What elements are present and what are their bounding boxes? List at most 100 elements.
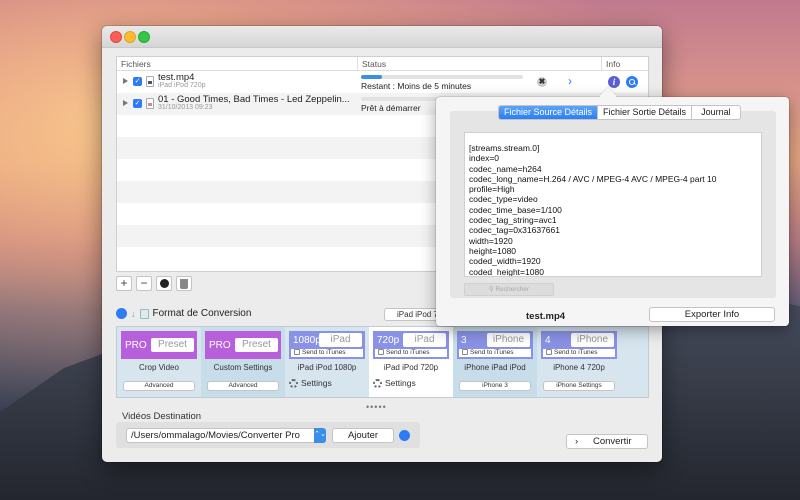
preset-label: iPhone iPad iPod <box>464 363 526 372</box>
tab-journal[interactable]: Journal <box>692 106 740 119</box>
checkbox[interactable] <box>462 349 468 355</box>
send-to-itunes-label: Send to iTunes <box>554 349 598 356</box>
preset-name: Preset <box>235 338 278 352</box>
format-title: Format de Conversion <box>152 308 252 319</box>
column-header-info[interactable]: Info <box>606 59 620 69</box>
preset-name: iPad <box>403 333 446 347</box>
checkbox[interactable] <box>294 349 300 355</box>
add-destination-button[interactable]: Ajouter <box>332 428 394 443</box>
advanced-button[interactable]: Advanced <box>207 381 279 391</box>
refresh-icon[interactable] <box>156 276 172 291</box>
remove-file-button[interactable]: − <box>136 276 152 291</box>
preset-badge: 1080p iPad <box>289 331 365 349</box>
file-subtitle: iPad iPod 720p <box>158 82 206 89</box>
destination-path: /Users/ommalago/Movies/Converter Pro <box>131 430 300 441</box>
audio-file-icon <box>146 98 154 109</box>
status-text: Prêt à démarrer <box>361 103 421 113</box>
progress-bar <box>361 75 523 79</box>
minimize-window-button[interactable] <box>124 31 136 43</box>
settings-label: Settings <box>385 378 416 388</box>
preset-label: Crop Video <box>139 363 179 372</box>
destination-path-select[interactable]: /Users/ommalago/Movies/Converter Pro ⌃⌄ <box>126 428 326 443</box>
preset-ipad-1080p[interactable]: 1080p iPad Send to iTunes iPad iPod 1080… <box>285 327 369 397</box>
title-bar <box>102 26 662 48</box>
gear-icon <box>373 379 382 388</box>
advanced-button[interactable]: Advanced <box>123 381 195 391</box>
copy-icon[interactable] <box>139 308 149 319</box>
table-header: Fichiers Status Info <box>117 57 648 71</box>
gear-icon <box>289 379 298 388</box>
settings-button[interactable]: Settings <box>289 378 332 388</box>
preset-name: Preset <box>151 338 194 352</box>
send-to-itunes-checkbox[interactable]: Send to iTunes <box>541 349 617 359</box>
search-field[interactable]: ⚲ Rechercher <box>464 283 554 296</box>
row-checkbox[interactable]: ✓ <box>133 99 142 108</box>
add-file-button[interactable]: + <box>116 276 132 291</box>
preset-badge: PRO Preset <box>205 331 281 359</box>
disclosure-triangle-icon[interactable] <box>123 78 128 84</box>
table-row[interactable]: ✓ test.mp4 iPad iPod 720p Restant : Moin… <box>117 71 648 93</box>
iphone-settings-button[interactable]: iPhone Settings <box>543 381 615 391</box>
row-checkbox[interactable]: ✓ <box>133 77 142 86</box>
preset-label: Custom Settings <box>213 363 273 372</box>
video-file-icon <box>146 76 154 87</box>
disclosure-triangle-icon[interactable] <box>123 100 128 106</box>
send-to-itunes-checkbox[interactable]: Send to iTunes <box>457 349 533 359</box>
preset-ipad-720p[interactable]: 720p iPad Send to iTunes iPad iPod 720p … <box>369 327 453 397</box>
settings-label: Settings <box>301 378 332 388</box>
cancel-icon[interactable]: ✖ <box>537 77 547 87</box>
preset-crop-video[interactable]: PRO Preset Crop Video Advanced <box>117 327 201 397</box>
status-text: Restant : Moins de 5 minutes <box>361 81 472 91</box>
tab-source-details[interactable]: Fichier Source Détails <box>499 106 599 119</box>
column-separator <box>601 57 602 71</box>
preset-iphone-3[interactable]: 3 iPhone Send to iTunes iPhone iPad iPod… <box>453 327 537 397</box>
send-to-itunes-checkbox[interactable]: Send to iTunes <box>373 349 449 359</box>
preset-custom-settings[interactable]: PRO Preset Custom Settings Advanced <box>201 327 285 397</box>
checkbox[interactable] <box>378 349 384 355</box>
preset-tag: 1080p <box>293 334 321 346</box>
send-to-itunes-label: Send to iTunes <box>470 349 514 356</box>
column-header-status[interactable]: Status <box>362 59 386 69</box>
column-header-files[interactable]: Fichiers <box>121 59 151 69</box>
search-icon[interactable] <box>399 430 410 441</box>
close-window-button[interactable] <box>110 31 122 43</box>
info-icon[interactable]: i <box>608 76 620 88</box>
preset-tag: 720p <box>377 334 400 346</box>
send-to-itunes-checkbox[interactable]: Send to iTunes <box>289 349 365 359</box>
page-indicator[interactable]: ••••• <box>366 402 387 412</box>
popover-content: Fichier Source Détails Fichier Sortie Dé… <box>450 105 776 298</box>
search-placeholder: Rechercher <box>495 286 530 293</box>
iphone-3-button[interactable]: iPhone 3 <box>459 381 531 391</box>
search-icon[interactable] <box>626 76 638 88</box>
destination-label: Vidéos Destination <box>122 411 202 422</box>
trash-icon[interactable] <box>176 276 192 291</box>
preset-label: iPad iPod 1080p <box>297 363 357 372</box>
preset-name: iPhone <box>487 333 530 347</box>
preset-tag: PRO <box>125 339 147 351</box>
preset-label: iPhone 4 720p <box>553 363 605 372</box>
send-to-itunes-label: Send to iTunes <box>302 349 346 356</box>
info-text-area[interactable]: [streams.stream.0] index=0 codec_name=h2… <box>464 132 762 277</box>
file-subtitle: 31/10/2013 09:23 <box>158 104 213 111</box>
tab-output-details[interactable]: Fichier Sortie Détails <box>598 106 693 119</box>
preset-badge: 3 iPhone <box>457 331 533 349</box>
destination-panel: /Users/ommalago/Movies/Converter Pro ⌃⌄ … <box>116 422 420 448</box>
preset-name: iPad <box>319 333 362 347</box>
preset-tag: 4 <box>545 334 551 346</box>
download-icon[interactable]: ↓ <box>131 309 136 319</box>
send-to-itunes-label: Send to iTunes <box>386 349 430 356</box>
popover-filename: test.mp4 <box>526 311 566 322</box>
info-tabs: Fichier Source Détails Fichier Sortie Dé… <box>498 105 741 120</box>
chevron-right-icon[interactable]: › <box>568 74 572 88</box>
preset-iphone-4-720p[interactable]: 4 iPhone Send to iTunes iPhone 4 720p iP… <box>537 327 621 397</box>
settings-button[interactable]: Settings <box>373 378 416 388</box>
preset-label: iPad iPod 720p <box>383 363 439 372</box>
zoom-window-button[interactable] <box>138 31 150 43</box>
export-info-button[interactable]: Exporter Info <box>649 307 775 322</box>
search-icon[interactable] <box>116 308 127 319</box>
convert-label: Convertir <box>593 436 632 447</box>
preset-tag: 3 <box>461 334 467 346</box>
select-stepper-icon[interactable]: ⌃⌄ <box>314 428 326 443</box>
convert-button[interactable]: › Convertir <box>566 434 648 449</box>
checkbox[interactable] <box>546 349 552 355</box>
